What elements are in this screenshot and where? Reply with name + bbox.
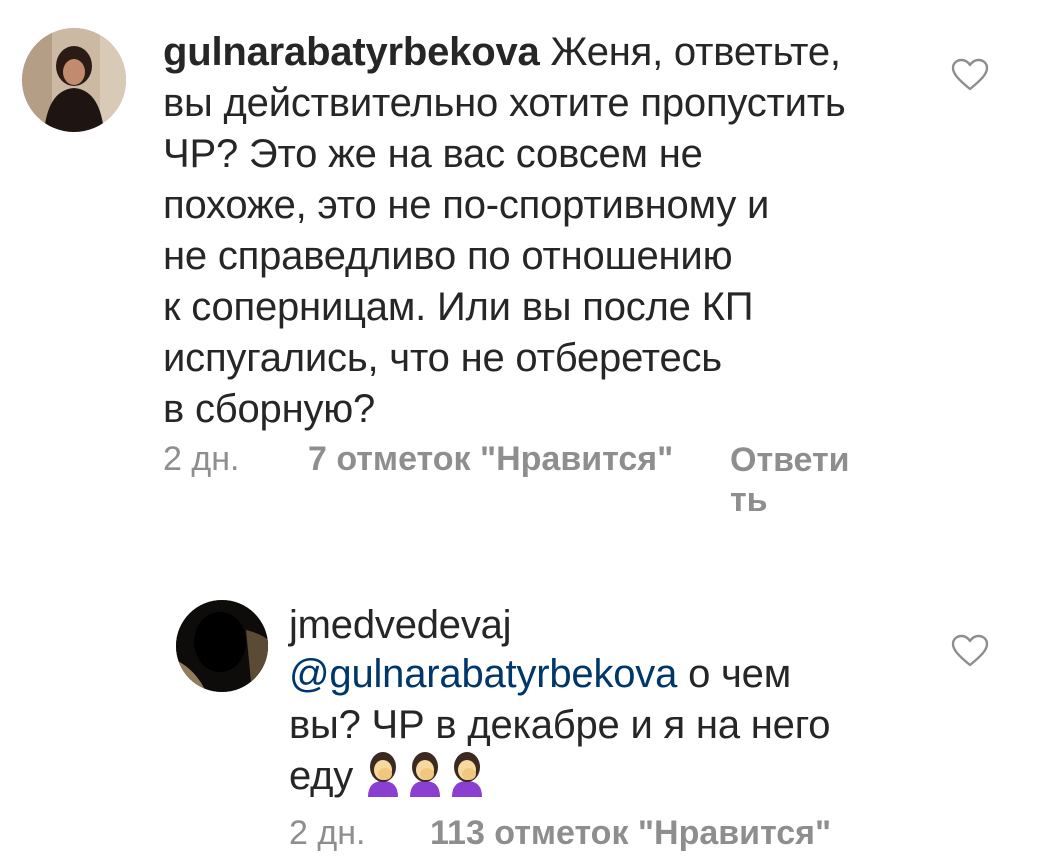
comment-text-line: не справедливо по отношению: [163, 234, 733, 278]
comment-username[interactable]: gulnarabatyrbekova: [163, 30, 540, 74]
comment-username[interactable]: jmedvedevaj: [289, 600, 512, 651]
woman-facepalming-emoji: [448, 751, 486, 797]
comment-text-line: к соперницам. Или вы после КП: [163, 285, 754, 329]
comment-time[interactable]: 2 дн.: [163, 440, 239, 479]
mention-link[interactable]: @gulnarabatyrbekova: [289, 652, 677, 696]
reply-label-line: Ответи: [730, 441, 850, 479]
comment-text: @gulnarabatyrbekova о чем вы? ЧР в декаб…: [289, 649, 929, 802]
woman-facepalming-emoji: [364, 751, 402, 797]
woman-facepalming-emoji: [406, 751, 444, 797]
comment-text-line: вы действительно хотите пропустить: [163, 81, 846, 125]
comment-text-line: Женя, ответьте,: [539, 30, 841, 74]
avatar[interactable]: [22, 28, 126, 132]
comment-text-line: о чем: [677, 652, 792, 696]
comment-text-line: вы? ЧР в декабре и я на него: [289, 703, 831, 747]
comment-text-line: в сборную?: [163, 387, 376, 431]
comment-text-line: похоже, это не по-спортивному и: [163, 183, 770, 227]
reply-button[interactable]: Ответи ть: [730, 440, 850, 520]
comment-text: gulnarabatyrbekova Женя, ответьте, вы де…: [163, 27, 923, 435]
heart-outline-icon[interactable]: [951, 634, 989, 668]
comment-text-line: еду: [289, 754, 354, 798]
avatar-image: [176, 600, 268, 692]
avatar[interactable]: [176, 600, 268, 692]
comment-time[interactable]: 2 дн.: [289, 814, 365, 853]
likes-count-button[interactable]: 113 отметок "Нравится": [430, 814, 831, 853]
reply-label-line: ть: [730, 481, 768, 519]
likes-count-button[interactable]: 7 отметок "Нравится": [308, 440, 673, 479]
heart-outline-icon[interactable]: [951, 58, 989, 92]
avatar-image: [22, 28, 126, 132]
comment-text-line: ЧР? Это же на вас совсем не: [163, 132, 703, 176]
comment-text-line: испугались, что не отберетесь: [163, 336, 722, 380]
